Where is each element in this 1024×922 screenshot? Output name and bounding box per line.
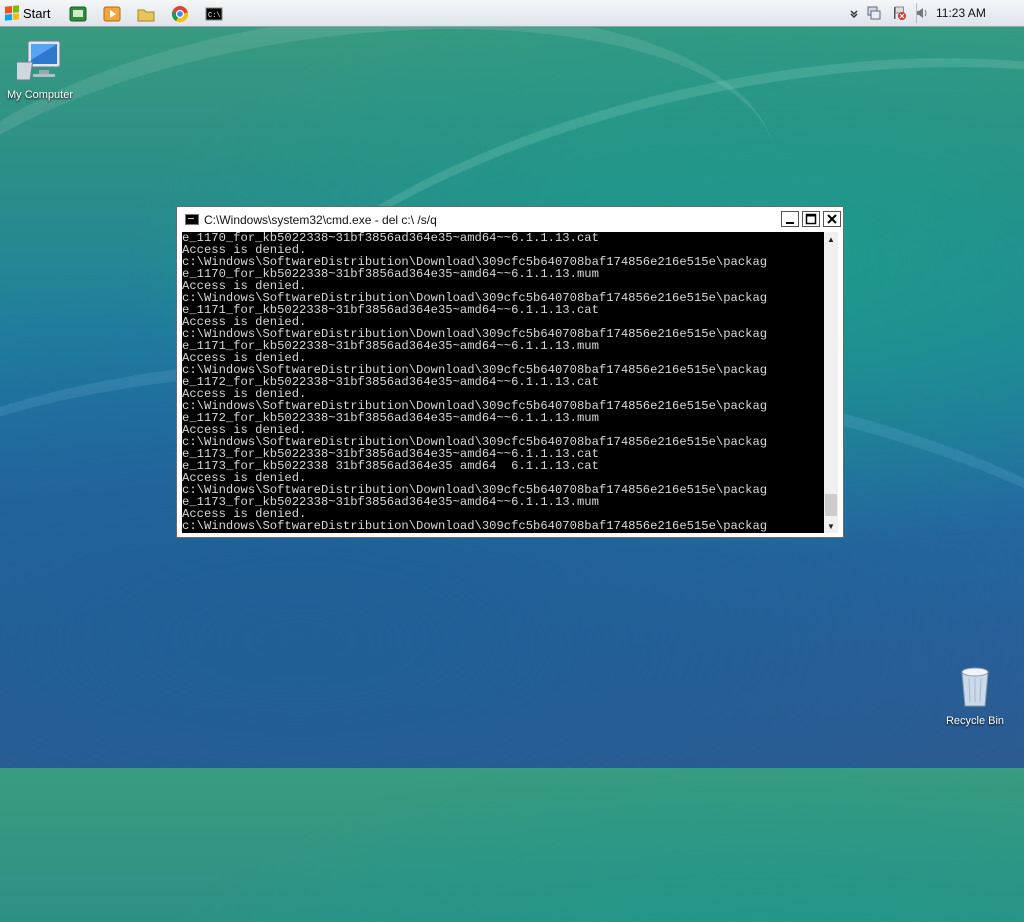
window-title: C:\Windows\system32\cmd.exe - del c:\ /s… xyxy=(204,213,437,227)
maximize-button[interactable] xyxy=(802,211,820,227)
flag-icon[interactable] xyxy=(890,4,908,22)
window-titlebar[interactable]: C:\Windows\system32\cmd.exe - del c:\ /s… xyxy=(181,210,841,230)
cmd-window-icon xyxy=(185,214,199,225)
console-output[interactable]: e_1170_for_kb5022338~31bf3856ad364e35~am… xyxy=(182,232,824,533)
clock[interactable]: 11:23 AM xyxy=(936,6,986,20)
minimize-button[interactable] xyxy=(781,211,799,227)
scroll-down-arrow-icon[interactable]: ▼ xyxy=(824,519,838,533)
start-label: Start xyxy=(23,5,51,21)
scroll-up-arrow-icon[interactable]: ▲ xyxy=(824,232,838,246)
computer-icon xyxy=(13,40,61,81)
cmd-window[interactable]: C:\Windows\system32\cmd.exe - del c:\ /s… xyxy=(176,206,844,538)
recycle-bin-icon xyxy=(961,667,989,707)
cmd-icon[interactable]: C:\ xyxy=(203,3,225,24)
scrollbar-thumb[interactable] xyxy=(825,494,837,516)
folder-icon[interactable] xyxy=(135,3,157,24)
csharp-app-icon[interactable] xyxy=(67,3,89,24)
tray-separator xyxy=(916,3,917,23)
media-player-icon[interactable] xyxy=(101,3,123,24)
console-line: c:\Windows\SoftwareDistribution\Download… xyxy=(182,519,768,533)
recycle-bin-shortcut[interactable]: Recycle Bin xyxy=(940,664,1010,727)
close-button[interactable] xyxy=(823,211,841,227)
my-computer-label: My Computer xyxy=(6,89,74,101)
my-computer-shortcut[interactable]: My Computer xyxy=(4,38,76,101)
windows-logo-icon xyxy=(5,5,19,21)
chrome-icon[interactable] xyxy=(169,3,191,24)
taskbar: Start C:\ 11:23 AM xyxy=(0,0,1024,27)
svg-text:C:\: C:\ xyxy=(208,12,221,20)
vertical-scrollbar[interactable]: ▲ ▼ xyxy=(824,232,838,533)
network-icon[interactable] xyxy=(865,4,883,22)
recycle-bin-label: Recycle Bin xyxy=(945,715,1005,727)
chevron-down-icon[interactable] xyxy=(845,4,863,22)
start-button[interactable]: Start xyxy=(2,2,54,24)
